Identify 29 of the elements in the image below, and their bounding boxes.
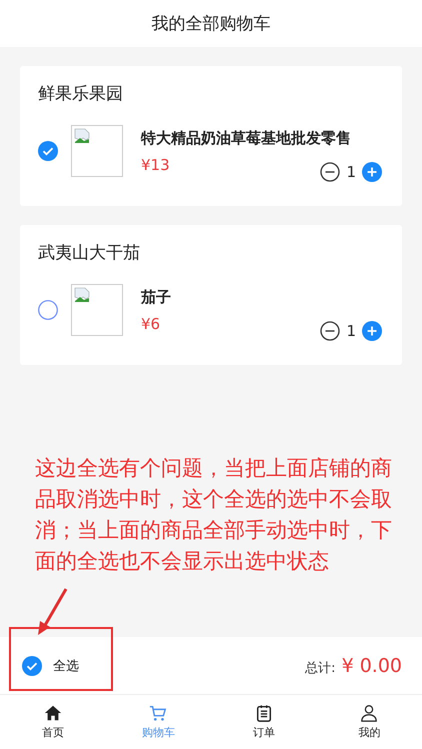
total-label: 总计: xyxy=(305,660,336,676)
minus-icon[interactable] xyxy=(320,162,340,182)
quantity-value: 1 xyxy=(346,322,356,340)
home-icon xyxy=(44,704,62,722)
product-price: ¥6 xyxy=(141,314,160,332)
product-name: 茄子 xyxy=(141,288,172,306)
minus-icon[interactable] xyxy=(320,320,340,340)
product-name: 特大精品奶油草莓基地批发零售 xyxy=(141,128,352,148)
shop-name: 武夷山大干茄 xyxy=(38,242,141,264)
shop-name: 鲜果乐果园 xyxy=(38,83,124,105)
checkbox[interactable] xyxy=(22,656,42,676)
tab[interactable]: 我的 xyxy=(316,695,422,749)
total-amount: ¥ 0.00 xyxy=(342,654,402,676)
broken-image-icon xyxy=(74,287,90,303)
annotation-text: 这边全选有个问题，当把上面店铺的商品取消选中时，这个全选的选中不会取消；当上面的商品全部手动选中时，下面的全选也不会显示出选中状态 xyxy=(35,455,393,575)
cart-icon xyxy=(149,704,168,722)
tab[interactable]: 首页 xyxy=(0,695,106,749)
clipboard-icon xyxy=(254,704,273,722)
broken-image-icon xyxy=(74,128,90,144)
checkbox[interactable] xyxy=(38,300,58,320)
page-title: 我的全部购物车 xyxy=(152,13,270,35)
plus-icon[interactable] xyxy=(362,320,382,340)
tab[interactable]: 订单 xyxy=(211,695,316,749)
plus-icon[interactable] xyxy=(362,162,382,182)
product-price: ¥13 xyxy=(141,156,170,174)
checkbox[interactable] xyxy=(38,141,58,161)
select-all-label[interactable]: 全选 xyxy=(53,656,79,674)
quantity-value: 1 xyxy=(346,162,356,180)
user-icon xyxy=(360,704,378,722)
